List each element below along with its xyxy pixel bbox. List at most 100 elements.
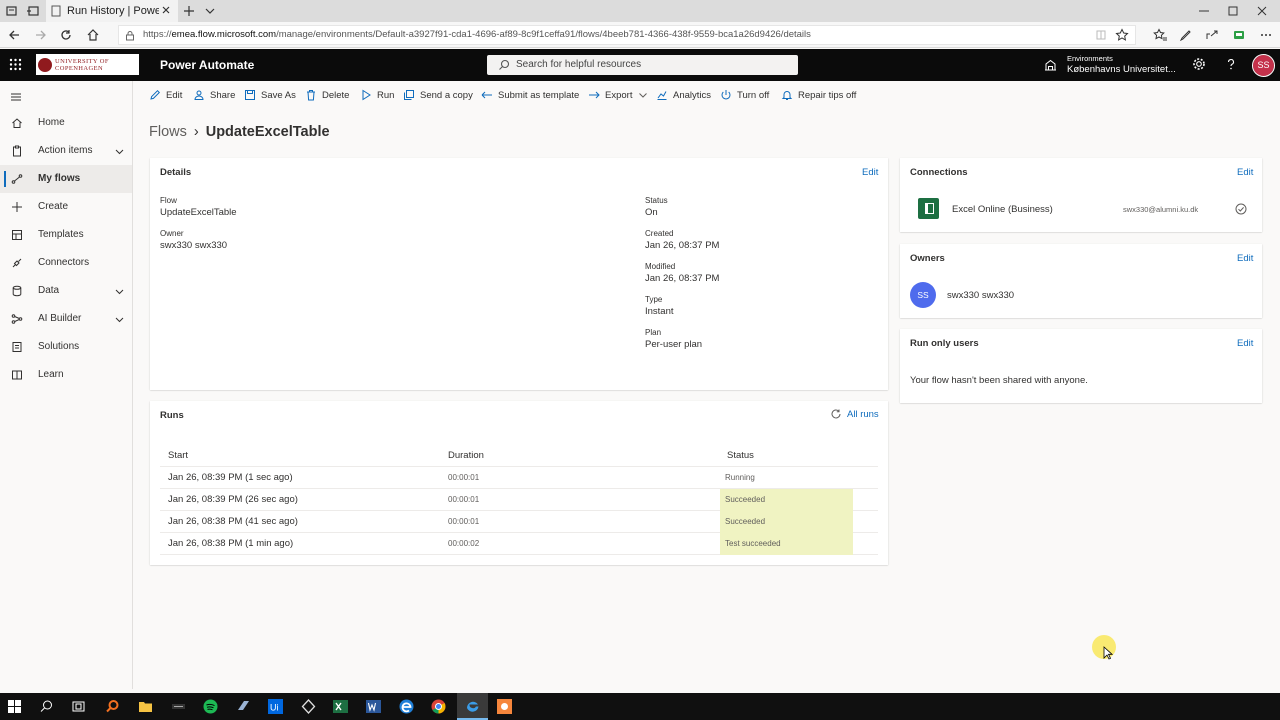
command-bar: Edit Share Save As Delete Run Send a cop… — [134, 81, 1280, 108]
table-row[interactable]: Jan 26, 08:38 PM (1 min ago) 00:00:02 Te… — [160, 533, 878, 555]
chevron-down-icon[interactable] — [115, 287, 124, 296]
connections-edit-link[interactable]: Edit — [1237, 167, 1253, 178]
file-explorer-icon[interactable] — [137, 698, 154, 715]
scanner-app-icon[interactable] — [235, 698, 252, 715]
connections-title: Connections — [910, 167, 968, 178]
pen-notes-icon[interactable] — [1179, 28, 1193, 42]
nav-item-my-flows[interactable]: My flows — [0, 165, 132, 193]
table-row[interactable]: Jan 26, 08:39 PM (26 sec ago) 00:00:01 S… — [160, 489, 878, 511]
run-only-users-edit-link[interactable]: Edit — [1237, 338, 1253, 349]
user-avatar[interactable]: SS — [1252, 54, 1275, 77]
favorites-hub-icon[interactable] — [1153, 28, 1167, 42]
turn-off-command[interactable]: Turn off — [720, 88, 769, 102]
home-page-icon[interactable] — [86, 28, 100, 42]
breadcrumb-flows-link[interactable]: Flows — [149, 124, 187, 140]
help-icon[interactable] — [1224, 57, 1238, 71]
chevron-down-icon[interactable] — [115, 315, 124, 324]
col-start-header[interactable]: Start — [168, 450, 188, 461]
windows-start-icon[interactable] — [6, 698, 23, 715]
taskbar-search-icon[interactable] — [38, 698, 55, 715]
url-path: /manage/environments/Default-a3927f91-cd… — [276, 29, 811, 40]
word-taskbar-icon[interactable] — [365, 698, 382, 715]
delete-command[interactable]: Delete — [305, 88, 349, 102]
col-status-header[interactable]: Status — [727, 450, 754, 461]
export-icon — [589, 91, 600, 99]
export-command[interactable]: Export — [588, 88, 648, 102]
task-view-icon[interactable] — [70, 698, 87, 715]
active-app-highlight[interactable] — [457, 693, 488, 720]
owners-title: Owners — [910, 253, 945, 264]
nav-item-connectors[interactable]: Connectors — [0, 249, 132, 277]
reading-view-icon[interactable] — [1094, 28, 1108, 42]
share-command[interactable]: Share — [193, 88, 235, 102]
search-app-icon[interactable] — [104, 698, 121, 715]
new-tab-icon[interactable] — [182, 4, 196, 18]
spotify-icon[interactable] — [202, 698, 219, 715]
collapse-menu-icon[interactable] — [10, 91, 22, 103]
url-field[interactable]: https://emea.flow.microsoft.com/manage/e… — [118, 25, 1136, 45]
vector-app-icon[interactable] — [300, 698, 317, 715]
share-label: Share — [210, 89, 236, 101]
close-tab-icon[interactable] — [160, 4, 172, 16]
favorite-star-icon[interactable] — [1115, 28, 1129, 42]
run-only-users-message: Your flow hasn't been shared with anyone… — [910, 375, 1088, 386]
owners-edit-link[interactable]: Edit — [1237, 253, 1253, 264]
details-edit-link[interactable]: Edit — [862, 167, 878, 178]
submit-template-label: Submit as template — [498, 89, 580, 101]
close-window-icon[interactable] — [1255, 4, 1269, 18]
edit-command[interactable]: Edit — [149, 88, 182, 102]
settings-gear-icon[interactable] — [1192, 57, 1206, 71]
table-row[interactable]: Jan 26, 08:39 PM (1 sec ago) 00:00:01 Ru… — [160, 467, 878, 489]
refresh-icon[interactable] — [59, 28, 73, 42]
run-command[interactable]: Run — [360, 88, 394, 102]
nav-item-ai-builder[interactable]: AI Builder — [0, 305, 132, 333]
nav-label: My flows — [38, 173, 81, 184]
search-box[interactable]: Search for helpful resources — [487, 55, 798, 75]
share-icon[interactable] — [1205, 28, 1219, 42]
excel-taskbar-icon[interactable] — [332, 698, 349, 715]
all-runs-link[interactable]: All runs — [830, 408, 879, 420]
environment-picker[interactable]: Environments Københavns Universitet... — [1067, 54, 1176, 76]
university-logo[interactable]: University of Copenhagen — [36, 54, 139, 75]
set-tabs-aside-icon[interactable] — [26, 4, 40, 18]
minimize-icon[interactable] — [1197, 4, 1211, 18]
more-options-icon[interactable] — [1259, 28, 1273, 42]
nav-item-create[interactable]: Create — [0, 193, 132, 221]
nav-item-solutions[interactable]: Solutions — [0, 333, 132, 361]
save-as-command[interactable]: Save As — [244, 88, 296, 102]
tab-actions-icon[interactable] — [5, 4, 19, 18]
nav-item-data[interactable]: Data — [0, 277, 132, 305]
nav-item-home[interactable]: Home — [0, 109, 132, 137]
chrome-taskbar-icon[interactable] — [430, 698, 447, 715]
maximize-icon[interactable] — [1226, 4, 1240, 18]
submit-template-command[interactable]: Submit as template — [481, 88, 579, 102]
connection-name[interactable]: Excel Online (Business) — [952, 204, 1053, 215]
table-row[interactable]: Jan 26, 08:38 PM (41 sec ago) 00:00:01 S… — [160, 511, 878, 533]
flow-icon — [11, 174, 23, 184]
environment-building-icon[interactable] — [1044, 58, 1057, 71]
col-duration-header[interactable]: Duration — [448, 450, 484, 461]
page-icon — [51, 5, 61, 17]
chevron-down-icon[interactable] — [115, 147, 124, 156]
edge-taskbar-icon[interactable] — [398, 698, 415, 715]
send-copy-command[interactable]: Send a copy — [403, 88, 473, 102]
plan-label: Plan — [645, 328, 662, 337]
app-header: University of Copenhagen Power Automate … — [0, 49, 1280, 81]
nav-item-learn[interactable]: Learn — [0, 361, 132, 389]
browser-tab[interactable]: Run History | Power Aut — [46, 0, 178, 22]
orange-app-icon[interactable] — [496, 698, 513, 715]
university-seal-icon — [38, 57, 52, 72]
uipath-icon[interactable]: Ui — [267, 698, 284, 715]
turn-off-label: Turn off — [737, 89, 770, 101]
app-launcher-waffle-icon[interactable] — [9, 58, 22, 71]
repair-tips-command[interactable]: Repair tips off — [781, 88, 856, 102]
back-arrow-icon[interactable] — [7, 28, 21, 42]
extension-icon[interactable] — [1232, 28, 1246, 42]
analytics-command[interactable]: Analytics — [656, 88, 711, 102]
sonos-app-icon[interactable] — [170, 698, 187, 715]
nav-item-templates[interactable]: Templates — [0, 221, 132, 249]
tab-list-chevron-icon[interactable] — [203, 4, 217, 18]
forward-arrow-icon[interactable] — [34, 28, 48, 42]
nav-item-action-items[interactable]: Action items — [0, 137, 132, 165]
app-name[interactable]: Power Automate — [160, 58, 254, 72]
